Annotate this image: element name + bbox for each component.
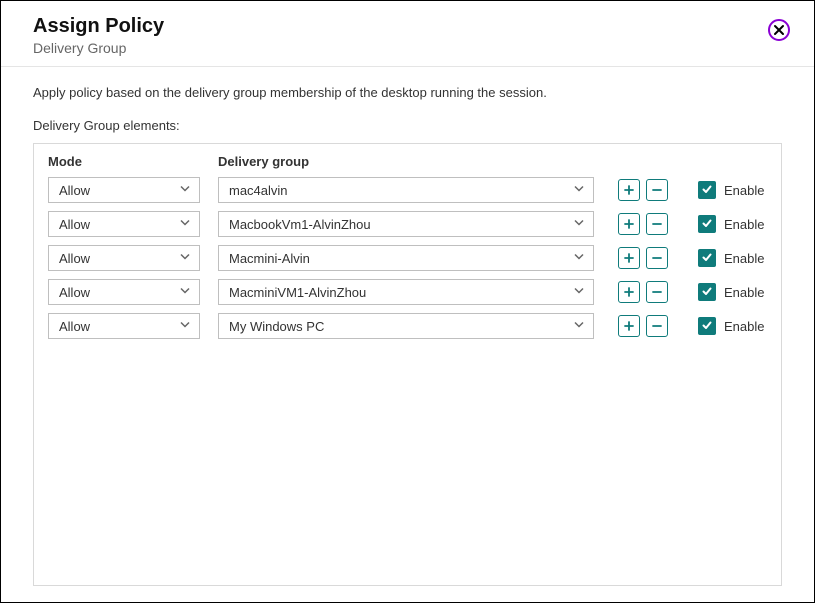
element-row: Allow MacbookVm1-AlvinZhou Enable — [48, 211, 767, 237]
element-row: Allow mac4alvin Enable — [48, 177, 767, 203]
elements-grid: Mode Delivery group Allow mac4alvin Enable… — [33, 143, 782, 586]
group-value: mac4alvin — [229, 183, 288, 198]
enable-label: Enable — [724, 183, 764, 198]
mode-value: Allow — [59, 319, 90, 334]
add-row-button[interactable] — [618, 213, 640, 235]
mode-select[interactable]: Allow — [48, 313, 200, 339]
plus-icon — [623, 184, 635, 196]
remove-row-button[interactable] — [646, 281, 668, 303]
mode-value: Allow — [59, 251, 90, 266]
remove-row-button[interactable] — [646, 213, 668, 235]
check-icon — [701, 183, 713, 198]
group-value: MacminiVM1-AlvinZhou — [229, 285, 366, 300]
check-icon — [701, 319, 713, 334]
delivery-group-select[interactable]: MacbookVm1-AlvinZhou — [218, 211, 594, 237]
group-value: My Windows PC — [229, 319, 324, 334]
elements-label: Delivery Group elements: — [33, 118, 782, 133]
check-icon — [701, 285, 713, 300]
add-row-button[interactable] — [618, 315, 640, 337]
close-button[interactable] — [766, 17, 792, 43]
group-value: Macmini-Alvin — [229, 251, 310, 266]
plus-icon — [623, 218, 635, 230]
plus-icon — [623, 320, 635, 332]
column-header-group: Delivery group — [218, 154, 767, 169]
chevron-down-icon — [573, 251, 585, 266]
enable-label: Enable — [724, 319, 764, 334]
minus-icon — [651, 218, 663, 230]
description-text: Apply policy based on the delivery group… — [33, 85, 782, 100]
mode-select[interactable]: Allow — [48, 279, 200, 305]
minus-icon — [651, 320, 663, 332]
element-row: Allow My Windows PC Enable — [48, 313, 767, 339]
enable-checkbox[interactable] — [698, 283, 716, 301]
element-row: Allow Macmini-Alvin Enable — [48, 245, 767, 271]
element-row: Allow MacminiVM1-AlvinZhou Enable — [48, 279, 767, 305]
chevron-down-icon — [573, 285, 585, 300]
enable-label: Enable — [724, 217, 764, 232]
check-icon — [701, 251, 713, 266]
add-row-button[interactable] — [618, 179, 640, 201]
minus-icon — [651, 286, 663, 298]
remove-row-button[interactable] — [646, 247, 668, 269]
remove-row-button[interactable] — [646, 315, 668, 337]
column-header-mode: Mode — [48, 154, 218, 169]
mode-value: Allow — [59, 217, 90, 232]
enable-checkbox[interactable] — [698, 181, 716, 199]
mode-value: Allow — [59, 183, 90, 198]
check-icon — [701, 217, 713, 232]
dialog-body: Apply policy based on the delivery group… — [1, 67, 814, 602]
add-row-button[interactable] — [618, 247, 640, 269]
mode-select[interactable]: Allow — [48, 177, 200, 203]
chevron-down-icon — [179, 251, 191, 266]
chevron-down-icon — [179, 217, 191, 232]
group-value: MacbookVm1-AlvinZhou — [229, 217, 371, 232]
chevron-down-icon — [573, 217, 585, 232]
minus-icon — [651, 184, 663, 196]
close-icon — [767, 18, 791, 42]
plus-icon — [623, 286, 635, 298]
chevron-down-icon — [179, 285, 191, 300]
add-row-button[interactable] — [618, 281, 640, 303]
chevron-down-icon — [573, 183, 585, 198]
enable-checkbox[interactable] — [698, 215, 716, 233]
enable-label: Enable — [724, 285, 764, 300]
plus-icon — [623, 252, 635, 264]
enable-checkbox[interactable] — [698, 317, 716, 335]
chevron-down-icon — [573, 319, 585, 334]
mode-select[interactable]: Allow — [48, 245, 200, 271]
delivery-group-select[interactable]: My Windows PC — [218, 313, 594, 339]
enable-label: Enable — [724, 251, 764, 266]
chevron-down-icon — [179, 183, 191, 198]
grid-header: Mode Delivery group — [48, 154, 767, 169]
delivery-group-select[interactable]: mac4alvin — [218, 177, 594, 203]
remove-row-button[interactable] — [646, 179, 668, 201]
mode-value: Allow — [59, 285, 90, 300]
dialog-header: Assign Policy Delivery Group — [1, 1, 814, 67]
dialog-title: Assign Policy — [33, 15, 782, 38]
dialog-subtitle: Delivery Group — [33, 40, 782, 56]
enable-checkbox[interactable] — [698, 249, 716, 267]
mode-select[interactable]: Allow — [48, 211, 200, 237]
chevron-down-icon — [179, 319, 191, 334]
delivery-group-select[interactable]: Macmini-Alvin — [218, 245, 594, 271]
minus-icon — [651, 252, 663, 264]
delivery-group-select[interactable]: MacminiVM1-AlvinZhou — [218, 279, 594, 305]
